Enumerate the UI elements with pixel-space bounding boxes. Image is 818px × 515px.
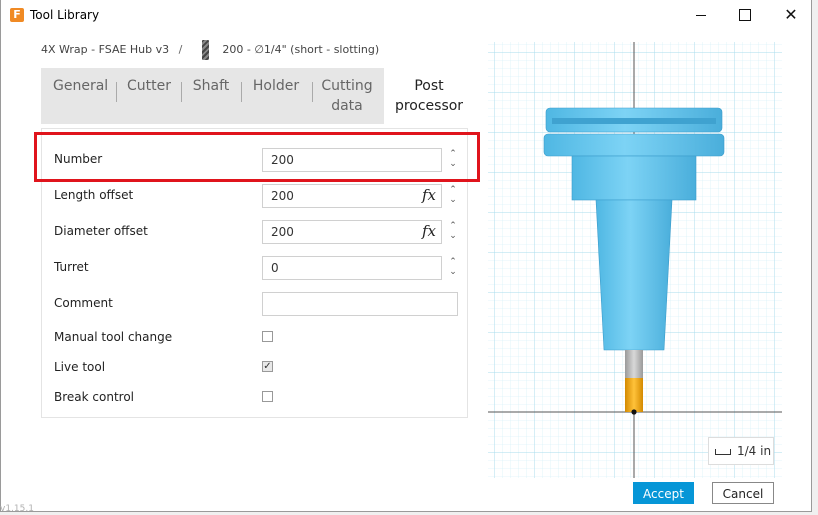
fx-expression-icon[interactable]: fx [422,222,436,240]
turret-label: Turret [54,260,89,274]
diameter-offset-label: Diameter offset [54,224,148,238]
scale-bar-icon [715,448,731,455]
length-offset-spinner[interactable]: ⌃ ⌄ [447,185,459,207]
tool-cutter [625,378,643,412]
breadcrumb-tool: 200 - ∅1/4" (short - slotting) [222,43,380,56]
diameter-offset-spinner[interactable]: ⌃ ⌄ [447,221,459,243]
turret-input[interactable] [262,256,442,280]
diameter-offset-row: Diameter offset fx ⌃ ⌄ [54,220,464,244]
tool-preview[interactable] [488,42,782,478]
maximize-button[interactable] [725,3,765,27]
tab-post-processor[interactable]: Post processor [384,76,474,116]
scale-label: 1/4 in [737,444,772,458]
turret-row: Turret ⌃ ⌄ [54,256,464,280]
tab-bar: General Cutter Shaft Holder Cutting data [41,68,384,124]
tool-shank [625,350,643,378]
spin-up-icon[interactable]: ⌃ [447,257,459,267]
tab-cutting-data[interactable]: Cutting data [319,76,375,116]
close-button[interactable]: ✕ [771,3,811,27]
tool-library-window: F Tool Library ✕ 4X Wrap - FSAE Hub v3 /… [0,0,812,512]
tool-tip-point [631,409,637,415]
tab-cutter[interactable]: Cutter [126,76,172,96]
fusion-logo-icon: F [10,8,24,22]
spin-up-icon[interactable]: ⌃ [447,221,459,231]
break-control-row: Break control [54,386,464,410]
minimize-button[interactable] [681,3,721,27]
endmill-thumbnail-icon [201,40,209,60]
diameter-offset-input[interactable] [262,220,442,244]
spin-down-icon[interactable]: ⌄ [447,267,459,277]
tab-holder[interactable]: Holder [251,76,301,96]
break-control-checkbox[interactable] [262,391,273,402]
breadcrumb-separator: / [178,43,183,56]
accept-button[interactable]: Accept [633,482,694,504]
manual-tool-change-label: Manual tool change [54,330,173,344]
spin-down-icon[interactable]: ⌄ [447,231,459,241]
fx-expression-icon[interactable]: fx [422,186,436,204]
title-bar: F Tool Library ✕ [1,0,813,31]
spin-down-icon[interactable]: ⌄ [447,195,459,205]
break-control-label: Break control [54,390,134,404]
tab-shaft[interactable]: Shaft [190,76,232,96]
version-label: v1.15.1 [0,504,34,514]
maximize-icon [739,9,751,21]
scale-badge: 1/4 in [708,437,774,465]
cancel-button[interactable]: Cancel [712,482,774,504]
length-offset-row: Length offset fx ⌃ ⌄ [54,184,464,208]
live-tool-checkbox[interactable]: ✓ [262,361,273,372]
comment-row: Comment [54,292,464,316]
minimize-icon [696,14,706,16]
window-title: Tool Library [30,8,100,22]
length-offset-label: Length offset [54,188,134,202]
breadcrumb-library[interactable]: 4X Wrap - FSAE Hub v3 [41,43,169,56]
manual-tool-change-checkbox[interactable] [262,331,273,342]
tab-divider [312,82,313,102]
manual-tool-change-row: Manual tool change [54,326,464,350]
live-tool-label: Live tool [54,360,106,374]
tab-general[interactable]: General [53,76,108,96]
comment-label: Comment [54,296,113,310]
length-offset-input[interactable] [262,184,442,208]
tab-divider [181,82,182,102]
spin-up-icon[interactable]: ⌃ [447,185,459,195]
live-tool-row: Live tool ✓ [54,356,464,380]
tab-divider [116,82,117,102]
tab-divider [241,82,242,102]
turret-spinner[interactable]: ⌃ ⌄ [447,257,459,279]
number-highlight-annotation [34,132,480,182]
breadcrumb: 4X Wrap - FSAE Hub v3 / 200 - ∅1/4" (sho… [41,40,379,60]
comment-input[interactable] [262,292,458,316]
